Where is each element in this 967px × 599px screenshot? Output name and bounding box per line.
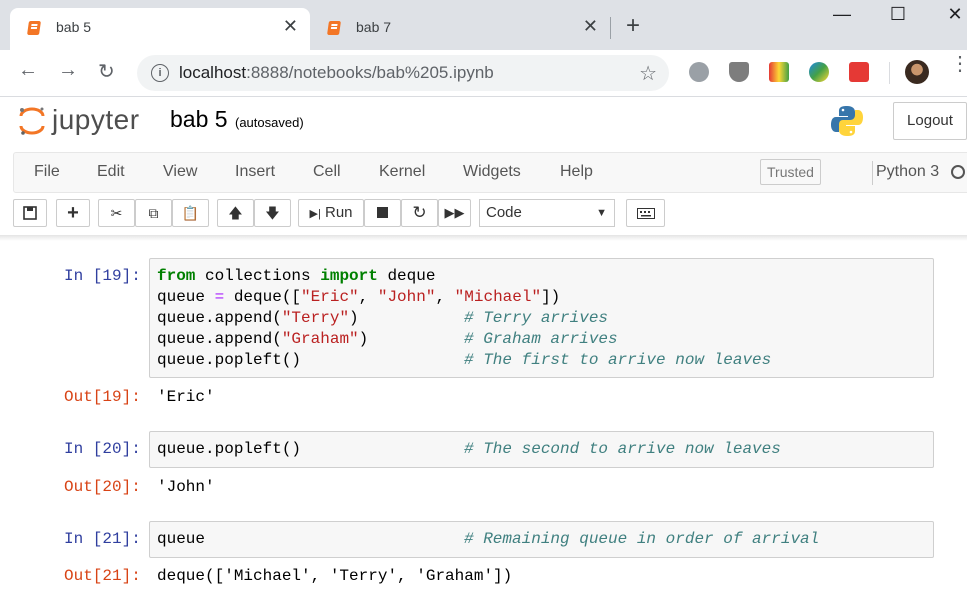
close-icon[interactable]: ✕ [283,16,298,37]
code-line: from collections import deque [157,267,436,285]
interrupt-button[interactable] [364,199,401,227]
run-button[interactable]: ▶| Run [298,199,364,227]
url-text[interactable]: localhost:8888/notebooks/bab%205.ipynb [179,63,494,83]
input-prompt: In [20]: [64,440,141,458]
tab-divider [610,17,611,39]
code-comment: # Graham arrives [464,330,618,348]
header-shadow [0,235,967,241]
notebook-icon [27,21,41,35]
paste-icon: 📋 [181,205,200,221]
stop-icon [377,207,388,218]
cell-output: 'John' [157,478,215,496]
copy-icon: ⧉ [148,205,159,221]
move-up-button[interactable]: 🡅 [217,199,254,227]
output-prompt: Out[21]: [64,567,141,585]
restart-run-all-button[interactable]: ▶▶ [438,199,471,227]
menu-cell[interactable]: Cell [313,163,341,181]
globe-icon[interactable] [689,62,709,82]
tab-title: bab 5 [56,19,92,35]
code-comment: # Remaining queue in order of arrival [464,530,820,548]
restart-button[interactable]: ↻ [401,199,438,227]
copy-button[interactable]: ⧉ [135,199,172,227]
tab-bab-5[interactable]: bab 5 ✕ [10,8,310,50]
cut-icon: ✂ [110,205,123,221]
output-prompt: Out[19]: [64,388,141,406]
save-button[interactable] [13,199,47,227]
reload-icon[interactable]: ↻ [98,59,115,84]
close-icon[interactable]: ✕ [583,16,598,37]
code-comment: # The second to arrive now leaves [464,440,781,458]
trusted-badge[interactable]: Trusted [760,159,821,185]
code-comment: # The first to arrive now leaves [464,351,772,369]
menu-file[interactable]: File [34,163,60,181]
new-tab-icon[interactable]: + [626,12,640,40]
code-line: queue = deque(["Eric", "John", "Michael"… [157,288,561,306]
keyboard-icon [636,208,655,219]
menu-insert[interactable]: Insert [235,163,275,181]
menu-widgets[interactable]: Widgets [463,163,521,181]
arrow-up-icon: 🡅 [228,205,243,221]
menu-help[interactable]: Help [560,163,593,181]
extension-v-icon[interactable] [769,62,789,82]
cell-type-select[interactable]: Code ▼ [479,199,615,227]
python-logo-icon [831,106,863,136]
forward-icon[interactable]: → [58,59,78,82]
back-icon[interactable]: ← [18,59,38,82]
notebook-icon [327,21,341,35]
run-label: Run [324,204,353,221]
code-line: queue.append("Terry") [157,309,359,327]
step-forward-icon: ▶| [309,208,321,220]
insert-cell-button[interactable]: + [56,199,90,227]
code-line: queue.popleft() [157,351,302,369]
kernel-name[interactable]: Python 3 [876,163,939,181]
tab-bab-7[interactable]: bab 7 ✕ [310,8,610,50]
plus-icon: + [67,202,79,224]
menubar: File Edit View Insert Cell Kernel Widget… [13,152,967,193]
move-down-button[interactable]: 🡇 [254,199,291,227]
address-bar[interactable]: i localhost:8888/notebooks/bab%205.ipynb… [137,55,669,91]
paste-button[interactable]: 📋 [172,199,209,227]
input-prompt: In [21]: [64,530,141,548]
code-comment: # Terry arrives [464,309,609,327]
code-line: queue [157,530,206,548]
pdf-icon[interactable] [849,62,869,82]
extension-divider [889,62,890,84]
tab-title: bab 7 [356,19,392,35]
shield-icon[interactable] [729,62,749,82]
command-palette-button[interactable] [626,199,665,227]
avatar[interactable] [905,60,929,84]
maximize-icon[interactable]: ☐ [878,4,918,25]
kernel-idle-icon [951,165,965,179]
autosave-status: (autosaved) [235,115,304,130]
kernel-divider [872,161,873,185]
window-close-icon[interactable]: ✕ [935,4,967,25]
code-line: queue.append("Graham") [157,330,369,348]
menu-kernel[interactable]: Kernel [379,163,425,181]
menu-view[interactable]: View [163,163,197,181]
minimize-icon[interactable]: — [822,4,862,25]
jupyter-logo-text[interactable]: jupyter [52,104,140,136]
output-prompt: Out[20]: [64,478,141,496]
cell-output: deque(['Michael', 'Terry', 'Graham']) [157,567,513,585]
notebook-name[interactable]: bab 5 [170,106,228,133]
menu-kebab-icon[interactable]: ⋮ [950,54,967,74]
cut-button[interactable]: ✂ [98,199,135,227]
fast-forward-icon: ▶▶ [444,205,465,220]
restart-icon: ↻ [412,203,427,222]
input-prompt: In [19]: [64,267,141,285]
code-line: queue.popleft() [157,440,302,458]
cell-type-value: Code [486,204,522,221]
save-icon [23,206,37,220]
logout-button[interactable]: Logout [893,102,967,140]
info-icon[interactable]: i [151,64,169,82]
download-manager-icon[interactable] [809,62,829,82]
menu-edit[interactable]: Edit [97,163,125,181]
caret-down-icon: ▼ [596,207,607,219]
jupyter-logo-icon[interactable] [18,106,46,136]
bookmark-star-icon[interactable]: ☆ [639,61,657,86]
cell-output: 'Eric' [157,388,215,406]
arrow-down-icon: 🡇 [265,205,280,221]
